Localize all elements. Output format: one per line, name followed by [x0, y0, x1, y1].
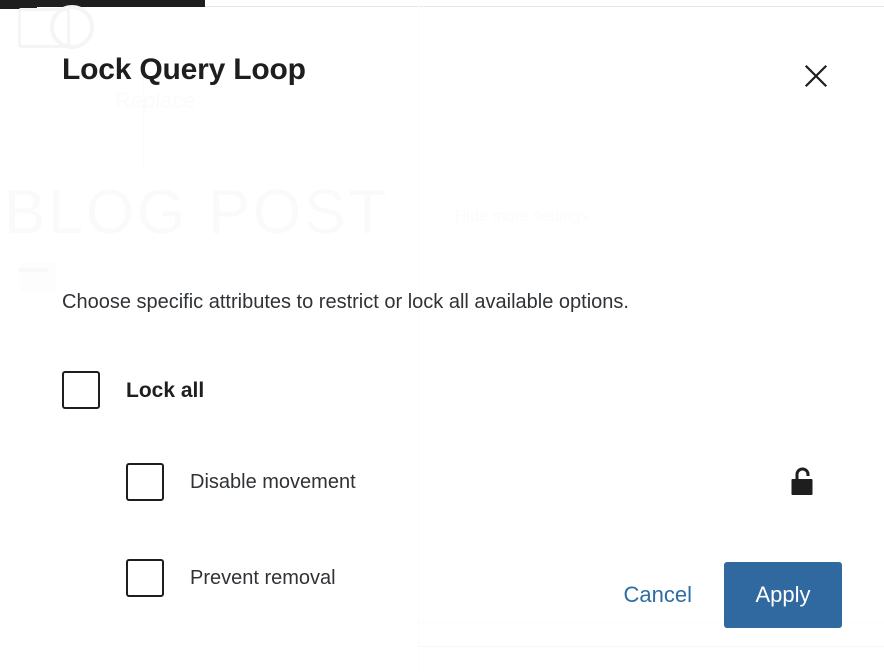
option-row-disable-movement: Disable movement [126, 463, 822, 501]
option-label-lock-all[interactable]: Lock all [126, 380, 204, 401]
close-icon [802, 62, 830, 90]
dialog-description: Choose specific attributes to restrict o… [62, 291, 629, 313]
option-label-disable-movement[interactable]: Disable movement [190, 472, 356, 492]
dialog-footer: Cancel Apply [0, 562, 842, 628]
cancel-button[interactable]: Cancel [606, 570, 710, 620]
checkbox-disable-movement[interactable] [126, 463, 164, 501]
option-row-lock-all: Lock all [62, 371, 204, 409]
dialog-header: Lock Query Loop [0, 0, 884, 128]
dialog-title: Lock Query Loop [62, 53, 306, 86]
apply-button[interactable]: Apply [724, 562, 842, 628]
lock-query-loop-dialog: Lock Query Loop Choose specific attribut… [0, 0, 884, 672]
checkbox-lock-all[interactable] [62, 371, 100, 409]
unlock-icon-disable-movement [784, 463, 822, 501]
close-button[interactable] [790, 50, 842, 102]
